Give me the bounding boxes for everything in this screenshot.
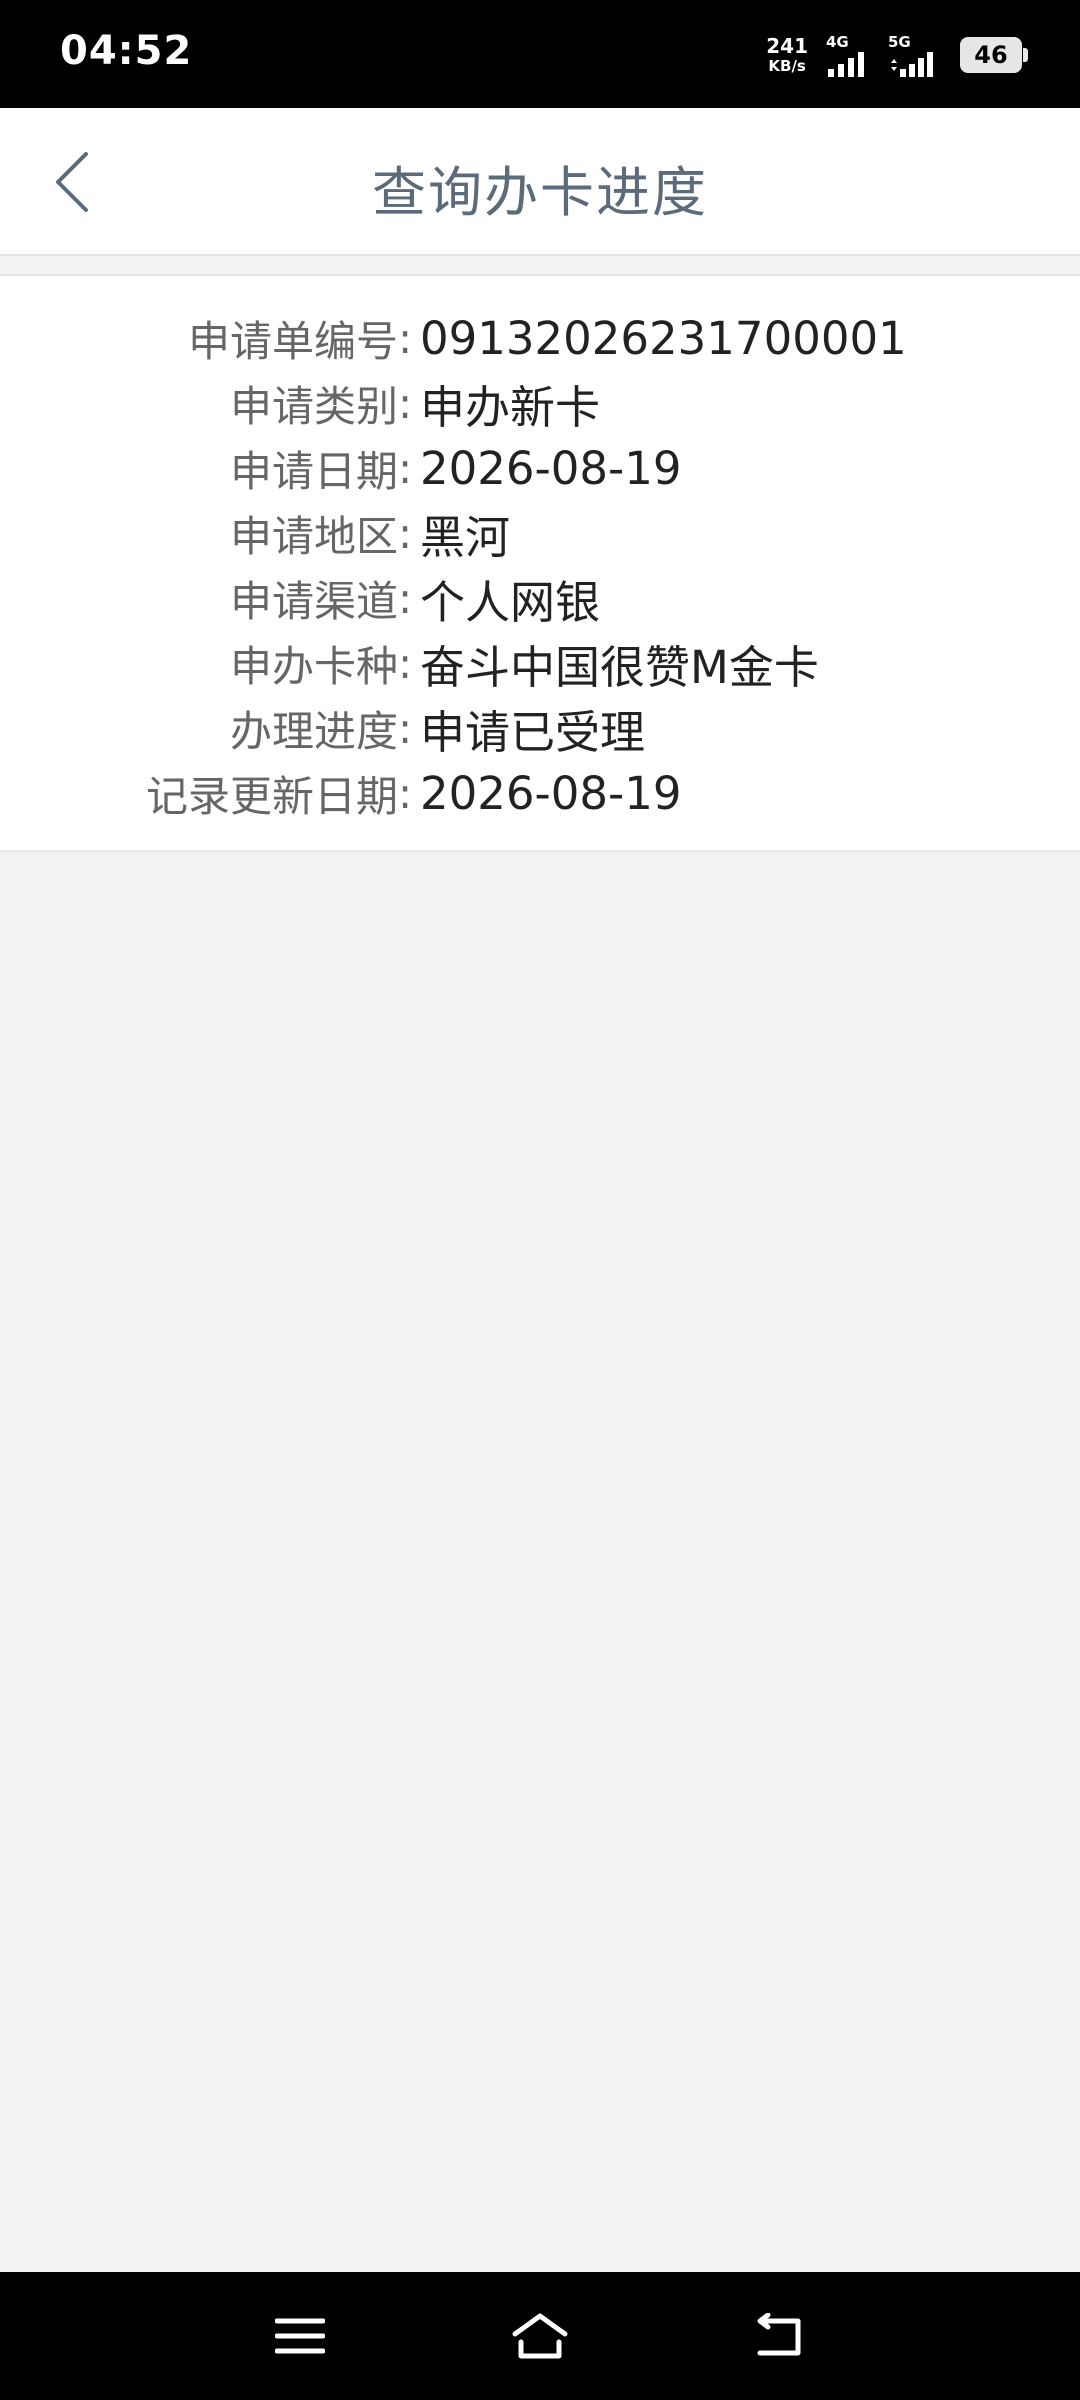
info-value: 申请已受理	[420, 705, 646, 759]
info-label: 申办卡种	[229, 641, 398, 691]
app-header: 查询办卡进度	[0, 108, 1080, 256]
info-label: 申请类别	[229, 381, 398, 431]
info-row-card-type: 申办卡种 : 奋斗中国很赞M金卡	[0, 633, 1080, 694]
status-icons: 241 KB/s 4G 5G 46	[766, 30, 1028, 80]
info-colon: :	[398, 378, 413, 428]
signal-5g-label: 5G	[888, 33, 911, 51]
info-value: 个人网银	[420, 575, 601, 629]
info-row-application-region: 申请地区 : 黑河	[0, 503, 1080, 564]
info-row-record-update-date: 记录更新日期 : 2026-08-19	[0, 763, 1080, 823]
network-speed: 241 KB/s	[766, 36, 808, 74]
back-arrow-icon	[757, 2313, 801, 2356]
status-bar: 04:52 241 KB/s 4G 5G 46	[0, 0, 1080, 108]
home-button[interactable]	[510, 2306, 570, 2366]
info-value: 黑河	[420, 510, 511, 564]
info-label: 申请渠道	[229, 576, 398, 626]
info-label: 申请日期	[229, 446, 398, 496]
info-colon: :	[398, 768, 413, 818]
info-value: 奋斗中国很赞M金卡	[420, 640, 819, 694]
info-colon: :	[398, 638, 413, 688]
menu-icon	[275, 2318, 325, 2354]
info-colon: :	[398, 703, 413, 753]
info-label: 申请单编号	[187, 316, 398, 366]
info-value: 09132026231700001	[420, 311, 907, 365]
network-speed-value: 241	[766, 34, 808, 58]
network-speed-unit: KB/s	[768, 57, 806, 75]
info-label: 申请地区	[229, 511, 398, 561]
info-colon: :	[398, 508, 413, 558]
page-title: 查询办卡进度	[372, 161, 708, 224]
battery-level: 46	[974, 41, 1008, 69]
info-colon: :	[398, 313, 413, 363]
info-row-application-type: 申请类别 : 申办新卡	[0, 373, 1080, 434]
signal-4g-label: 4G	[826, 33, 849, 51]
info-value: 2026-08-19	[420, 441, 682, 495]
battery-icon: 46	[960, 37, 1028, 73]
info-label: 记录更新日期	[145, 771, 398, 821]
signal-5g-icon: 5G	[888, 33, 942, 77]
system-nav-bar	[0, 2272, 1080, 2400]
menu-button[interactable]	[270, 2306, 330, 2366]
info-colon: :	[398, 443, 413, 493]
info-row-application-date: 申请日期 : 2026-08-19	[0, 438, 1080, 498]
info-row-application-channel: 申请渠道 : 个人网银	[0, 568, 1080, 629]
info-value: 申办新卡	[420, 380, 601, 434]
application-info-card: 申请单编号 : 09132026231700001 申请类别 : 申办新卡 申请…	[0, 274, 1080, 852]
info-value: 2026-08-19	[420, 766, 682, 820]
home-icon	[512, 2313, 568, 2359]
signal-4g-icon: 4G	[826, 33, 870, 77]
info-row-application-number: 申请单编号 : 09132026231700001	[0, 308, 1080, 368]
info-label: 办理进度	[229, 706, 398, 756]
system-back-button[interactable]	[750, 2306, 810, 2366]
info-colon: :	[398, 573, 413, 623]
info-row-processing-status: 办理进度 : 申请已受理	[0, 698, 1080, 759]
status-time: 04:52	[60, 28, 193, 74]
